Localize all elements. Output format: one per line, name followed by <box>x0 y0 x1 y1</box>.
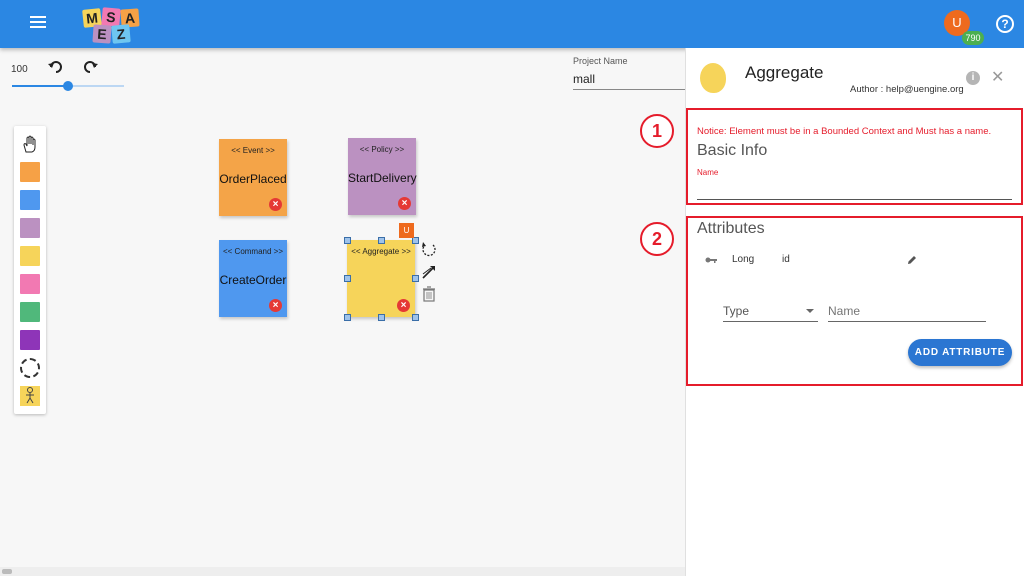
redo-icon[interactable] <box>81 60 99 76</box>
chevron-down-icon <box>806 309 814 313</box>
resize-handle[interactable] <box>378 237 385 244</box>
name-field-label: Name <box>697 168 719 177</box>
scrollbar-thumb[interactable] <box>2 569 12 574</box>
policy-sticky-startdelivery[interactable]: << Policy >> StartDelivery × <box>348 138 417 215</box>
sticky-stereotype: << Command >> <box>222 247 284 256</box>
add-attribute-button[interactable]: ADD ATTRIBUTE <box>908 339 1012 366</box>
attribute-type: Long <box>732 254 755 265</box>
actor-tool[interactable] <box>20 386 40 406</box>
resize-handle[interactable] <box>344 314 351 321</box>
panel-author: Author : help@uengine.org <box>850 84 964 95</box>
project-name-label: Project Name <box>573 56 628 66</box>
callout-number-2: 2 <box>640 222 674 256</box>
editing-user-badge: U <box>399 223 414 238</box>
command-sticky-createorder[interactable]: << Command >> CreateOrder × <box>219 240 287 317</box>
connect-arrow-icon[interactable] <box>421 264 437 280</box>
resize-handle[interactable] <box>344 237 351 244</box>
callout-number-1: 1 <box>640 114 674 148</box>
attributes-title: Attributes <box>697 220 765 237</box>
policy-sticky-tool[interactable] <box>20 218 40 238</box>
basic-info-title: Basic Info <box>697 142 768 159</box>
event-sticky-orderplaced[interactable]: << Event >> OrderPlaced × <box>219 139 287 216</box>
msaez-logo[interactable]: M S A E Z <box>80 6 144 44</box>
sticky-stereotype: << Aggregate >> <box>351 247 411 256</box>
delete-icon[interactable]: × <box>397 299 410 312</box>
resize-handle[interactable] <box>378 314 385 321</box>
logo-tile-s: S <box>101 7 121 27</box>
bounded-context-tool[interactable] <box>20 358 40 378</box>
key-icon <box>705 257 717 263</box>
resize-handle[interactable] <box>412 314 419 321</box>
resize-handle[interactable] <box>412 275 419 282</box>
aggregate-sticky-tool[interactable] <box>20 246 40 266</box>
zoom-value: 100 <box>11 64 28 75</box>
info-icon[interactable]: i <box>966 71 980 85</box>
project-name-input[interactable] <box>573 68 685 90</box>
sticker-palette <box>14 126 46 414</box>
validation-notice: Notice: Element must be in a Bounded Con… <box>697 126 992 137</box>
delete-icon[interactable]: × <box>398 197 411 210</box>
close-icon[interactable]: ✕ <box>991 70 1004 86</box>
pencil-icon[interactable] <box>906 254 918 266</box>
aggregate-sticky-selected[interactable]: << Aggregate >> × <box>347 240 415 317</box>
zoom-slider[interactable] <box>12 80 124 92</box>
attribute-row[interactable]: Long id <box>697 252 1017 268</box>
sticky-name: CreateOrder <box>219 273 287 287</box>
aggregate-sticker-icon <box>700 63 726 93</box>
attribute-name: id <box>782 254 790 265</box>
delete-icon[interactable]: × <box>269 299 282 312</box>
trash-icon[interactable] <box>422 286 438 302</box>
help-icon[interactable]: ? <box>996 15 1014 33</box>
rotate-icon[interactable] <box>421 241 437 257</box>
issue-sticky-tool[interactable] <box>20 330 40 350</box>
zoom-slider-thumb[interactable] <box>63 81 73 91</box>
top-app-bar: M S A E Z U 790 ? <box>0 0 1024 48</box>
readmodel-sticky-tool[interactable] <box>20 302 40 322</box>
external-sticky-tool[interactable] <box>20 274 40 294</box>
zoom-slider-fill <box>12 85 68 87</box>
logo-tile-e: E <box>92 24 112 44</box>
name-field[interactable] <box>697 178 1012 200</box>
panel-title: Aggregate <box>745 63 824 82</box>
command-sticky-tool[interactable] <box>20 190 40 210</box>
resize-handle[interactable] <box>344 275 351 282</box>
logo-tile-z: Z <box>111 24 131 44</box>
resize-handle[interactable] <box>412 237 419 244</box>
sticky-stereotype: << Policy >> <box>359 145 405 154</box>
sticky-name: StartDelivery <box>348 171 417 185</box>
attribute-type-select[interactable]: Type <box>723 300 818 322</box>
coin-badge: 790 <box>962 31 984 45</box>
sticky-name: OrderPlaced <box>219 172 287 186</box>
delete-icon[interactable]: × <box>269 198 282 211</box>
attribute-name-input[interactable] <box>828 300 986 322</box>
horizontal-scrollbar[interactable] <box>0 567 685 576</box>
hand-icon[interactable] <box>20 134 40 154</box>
event-sticky-tool[interactable] <box>20 162 40 182</box>
menu-icon[interactable] <box>30 16 46 30</box>
sticky-stereotype: << Event >> <box>231 146 275 155</box>
type-select-label: Type <box>723 304 750 318</box>
undo-icon[interactable] <box>47 60 65 76</box>
